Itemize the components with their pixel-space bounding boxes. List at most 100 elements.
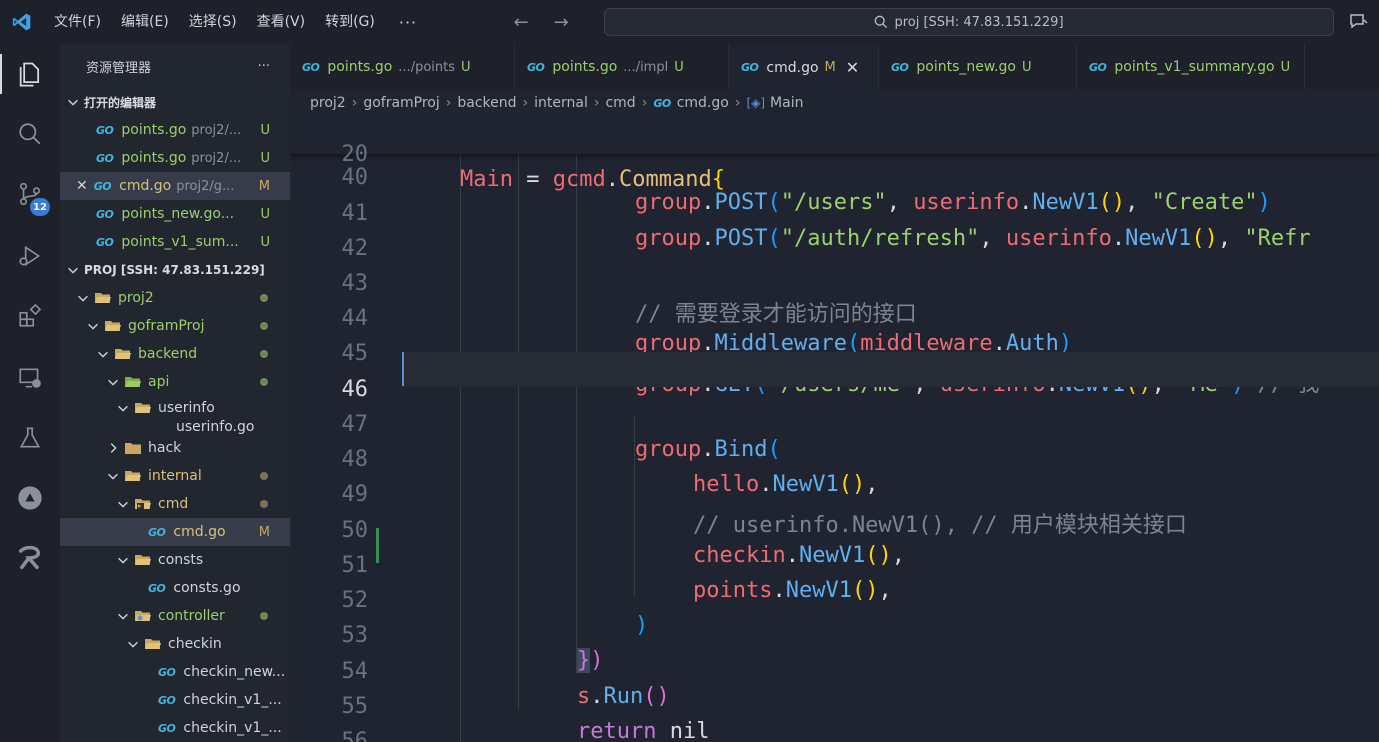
tree-folder[interactable]: cmd (60, 490, 290, 518)
back-arrow-icon[interactable]: ← (501, 12, 541, 33)
menu-edit[interactable]: 编辑(E) (111, 0, 179, 44)
close-icon[interactable]: ✕ (846, 58, 859, 77)
run-debug-icon[interactable] (0, 228, 60, 284)
breadcrumb-item[interactable]: proj2 (310, 95, 346, 111)
tab-points-new-go[interactable]: GO points_new.go U (879, 44, 1077, 90)
chevron-down-icon (108, 473, 118, 480)
tab-points-v1-summary-go[interactable]: GO points_v1_summary.go U (1077, 44, 1305, 90)
go-file-icon: GO (148, 525, 166, 539)
code-line: 55 return nil (341, 694, 710, 742)
breadcrumb-item[interactable]: cmd.go (677, 95, 729, 111)
status-dot (260, 350, 268, 358)
source-control-icon[interactable]: 12 (0, 166, 60, 222)
go-file-icon: GO (527, 60, 545, 74)
controller-folder-icon (135, 611, 151, 621)
tree-file-partial[interactable]: userinfo.go (60, 420, 290, 434)
api-folder-icon (125, 377, 141, 387)
chevron-right-icon: › (593, 95, 600, 111)
docker-extension-icon[interactable] (0, 470, 60, 526)
breadcrumb: proj2 › goframProj › backend › internal › cm… (290, 90, 1379, 116)
chevron-right-icon: › (641, 95, 648, 111)
folder-open-icon (125, 471, 141, 481)
breadcrumb-item[interactable]: cmd (605, 95, 635, 111)
code-line: 56 }, (341, 729, 369, 742)
breadcrumb-item[interactable]: goframProj (363, 95, 439, 111)
search-view-icon[interactable] (0, 106, 60, 162)
gitlens-extension-icon[interactable] (0, 530, 60, 586)
go-file-icon: GO (96, 151, 114, 165)
tree-file[interactable]: GO consts.go (60, 574, 290, 602)
search-icon (875, 15, 888, 29)
chevron-right-icon: › (351, 95, 358, 111)
code-line: 48 hello.NewV1(), (341, 447, 879, 497)
chevron-down-icon (118, 613, 128, 620)
status-dot (260, 472, 268, 480)
status-dot (260, 294, 268, 302)
open-editor-item-active[interactable]: ✕ GO cmd.go proj2/g... M (60, 172, 290, 200)
forward-arrow-icon[interactable]: → (541, 12, 581, 33)
project-section[interactable]: PROJ [SSH: 47.83.151.229] (60, 256, 290, 284)
tree-folder[interactable]: hack (60, 434, 290, 462)
tree-folder[interactable]: consts (60, 546, 290, 574)
command-center-search[interactable]: proj [SSH: 47.83.151.229] (604, 8, 1334, 36)
explorer-more-button[interactable]: ··· (258, 59, 270, 74)
open-editor-item[interactable]: GO points.go proj2/... U (60, 116, 290, 144)
go-file-icon: GO (93, 179, 112, 193)
folder-open-icon (115, 349, 131, 359)
code-line: 43 // 需要登录才能访问的接口 (341, 271, 917, 327)
code-line: 54 s.Run() (341, 659, 670, 709)
open-editor-item[interactable]: GO points_new.go... U (60, 200, 290, 228)
tree-folder[interactable]: internal (60, 462, 290, 490)
chevron-down-icon (68, 99, 78, 106)
chevron-down-icon (118, 501, 128, 508)
open-editor-item[interactable]: GO points.go proj2/... U (60, 144, 290, 172)
extensions-icon[interactable] (0, 288, 60, 344)
go-file-icon: GO (148, 581, 166, 595)
tree-folder[interactable]: goframProj (60, 312, 290, 340)
status-dot (260, 378, 268, 386)
breadcrumb-item[interactable]: Main (770, 95, 803, 111)
open-editor-item[interactable]: GO points_v1_sum... U (60, 228, 290, 256)
tree-file[interactable]: GO checkin_v1_... (60, 714, 290, 742)
code-line: 52 ) (341, 588, 649, 638)
folder-open-icon (95, 293, 111, 303)
tree-file[interactable]: GO checkin_new... (60, 658, 290, 686)
tree-folder[interactable]: controller (60, 602, 290, 630)
breadcrumb-item[interactable]: backend (457, 95, 516, 111)
search-text: proj [SSH: 47.83.151.229] (894, 14, 1064, 30)
open-editors-section[interactable]: 打开的编辑器 (60, 88, 290, 116)
folder-icon (125, 443, 141, 454)
tree-folder[interactable]: api (60, 368, 290, 396)
go-file-icon: GO (158, 721, 176, 735)
remote-explorer-icon[interactable] (0, 350, 60, 406)
sticky-scroll-header[interactable]: 20 Main = gcmd.Command{ (290, 116, 1379, 192)
close-icon[interactable]: ✕ (76, 178, 88, 194)
copilot-chat-icon[interactable] (1348, 12, 1370, 36)
menu-selection[interactable]: 选择(S) (179, 0, 247, 44)
explorer-icon[interactable] (0, 46, 60, 102)
open-editors-title: 打开的编辑器 (84, 95, 157, 110)
code-editor[interactable]: 40 group.POST("/users", userinfo.NewV1()… (290, 116, 1379, 742)
menu-view[interactable]: 查看(V) (247, 0, 316, 44)
tab-cmd-go[interactable]: GO cmd.go M ✕ (729, 44, 879, 90)
tree-file-selected[interactable]: GO cmd.go M (60, 518, 290, 546)
menu-more-button[interactable]: ··· (385, 13, 431, 32)
tree-folder[interactable]: proj2 (60, 284, 290, 312)
code-line: 49 // userinfo.NewV1(), // 用户模块相关接口 (341, 482, 1187, 538)
folder-open-icon (145, 639, 161, 649)
menu-go[interactable]: 转到(G) (315, 0, 385, 44)
tree-folder[interactable]: userinfo (60, 396, 290, 420)
menu-file[interactable]: 文件(F) (44, 0, 111, 44)
chevron-down-icon (128, 641, 138, 648)
tab-points-go-points[interactable]: GO points.go .../points U (290, 44, 515, 90)
tree-folder[interactable]: backend (60, 340, 290, 368)
tab-points-go-impl[interactable]: GO points.go .../impl U (515, 44, 729, 90)
go-file-icon: GO (96, 123, 114, 137)
breadcrumb-item[interactable]: internal (534, 95, 588, 111)
testing-icon[interactable] (0, 410, 60, 466)
go-file-icon: GO (1089, 60, 1107, 74)
tree-file[interactable]: GO checkin_v1_... (60, 686, 290, 714)
tree-folder[interactable]: checkin (60, 630, 290, 658)
go-file-icon: GO (96, 207, 114, 221)
vscode-logo-icon (0, 0, 44, 44)
